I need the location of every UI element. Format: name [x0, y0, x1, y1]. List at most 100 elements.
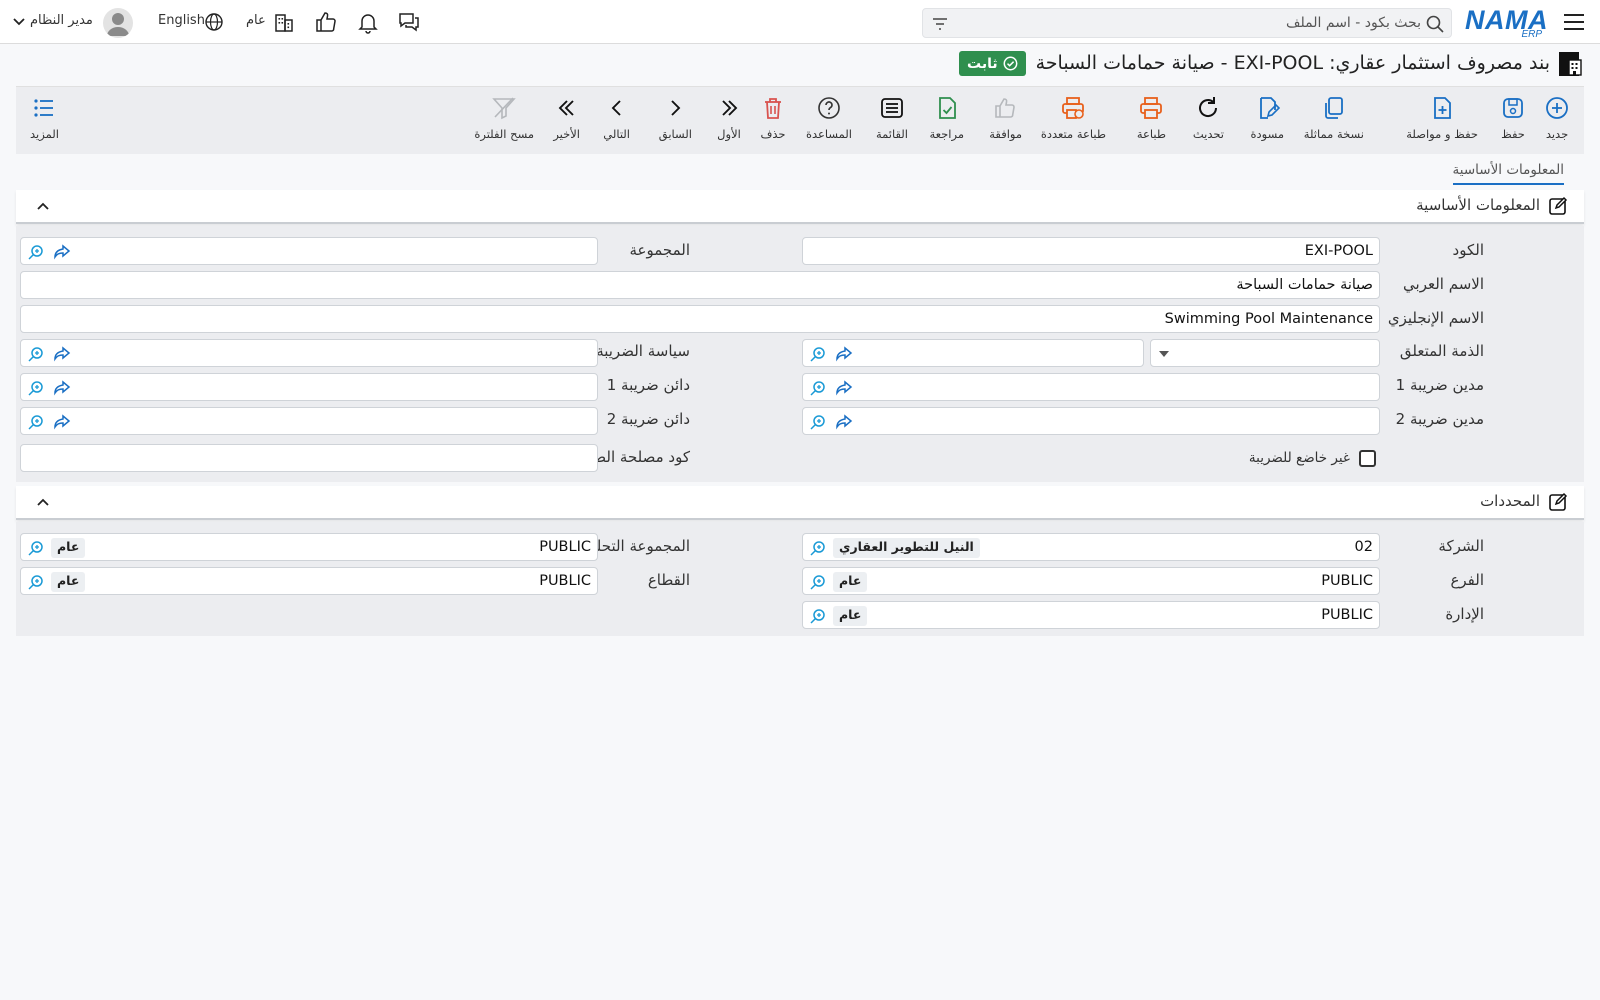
department-code: PUBLIC	[1321, 607, 1373, 623]
multi-printer-icon	[1062, 97, 1085, 119]
language-switch[interactable]: English	[158, 13, 205, 28]
tax-authority-code-field[interactable]	[20, 444, 598, 472]
print-label: طباعة	[1136, 127, 1166, 141]
tax-debit1-field[interactable]	[802, 373, 1380, 401]
company-selector[interactable]: عام	[246, 13, 266, 28]
arabic-name-field[interactable]: صيانة حمامات السباحة	[20, 271, 1380, 299]
save-continue-label: حفظ و مواصلة	[1406, 127, 1478, 141]
share-arrow-icon[interactable]	[53, 380, 71, 396]
analytic-group-name-chip: عام	[51, 538, 86, 558]
share-arrow-icon[interactable]	[835, 346, 853, 362]
search-refresh-icon[interactable]	[809, 573, 827, 591]
search-refresh-icon[interactable]	[27, 539, 45, 557]
search-refresh-icon[interactable]	[809, 607, 827, 625]
multi-print-label: طباعة متعددة	[1040, 127, 1106, 141]
more-button[interactable]: المزيد	[30, 95, 59, 149]
first-record-button[interactable]: الأول	[716, 95, 742, 149]
search-refresh-icon[interactable]	[809, 413, 827, 431]
non-taxable-checkbox[interactable]	[1359, 450, 1376, 467]
file-check-icon	[938, 97, 956, 119]
search-refresh-icon[interactable]	[27, 345, 45, 363]
tax-debit2-field[interactable]	[802, 407, 1380, 435]
bell-icon[interactable]	[356, 10, 380, 34]
share-arrow-icon[interactable]	[53, 414, 71, 430]
tax-credit1-label: دائن ضريبة 1	[606, 376, 690, 394]
search-refresh-icon[interactable]	[27, 243, 45, 261]
share-arrow-icon[interactable]	[835, 414, 853, 430]
search-refresh-icon[interactable]	[27, 573, 45, 591]
company-label: الشركة	[1438, 537, 1484, 555]
last-record-button[interactable]: الأخير	[553, 95, 580, 149]
multi-print-button[interactable]: طباعة متعددة	[1041, 95, 1106, 149]
hamburger-menu-icon[interactable]	[1562, 11, 1586, 33]
review-label: مراجعة	[929, 127, 964, 141]
new-label: جديد	[1545, 127, 1569, 141]
refresh-button[interactable]: تحديث	[1193, 95, 1224, 149]
share-arrow-icon[interactable]	[835, 380, 853, 396]
company-building-icon[interactable]	[272, 10, 296, 34]
chevron-up-icon[interactable]	[36, 495, 50, 509]
list-button[interactable]: القائمة	[876, 95, 908, 149]
code-field[interactable]: EXI-POOL	[802, 237, 1380, 265]
related-account-type-dropdown[interactable]	[1150, 339, 1380, 367]
chevron-up-icon[interactable]	[36, 199, 50, 213]
chevron-left-icon	[611, 100, 621, 116]
globe-icon[interactable]	[204, 12, 224, 32]
print-button[interactable]: طباعة	[1137, 95, 1166, 149]
analytic-group-code: PUBLIC	[539, 539, 591, 555]
filter-icon[interactable]	[931, 15, 949, 33]
branch-field[interactable]: PUBLIC عام	[802, 567, 1380, 595]
sector-field[interactable]: PUBLIC عام	[20, 567, 598, 595]
draft-button[interactable]: مسودة	[1250, 95, 1284, 149]
share-arrow-icon[interactable]	[53, 346, 71, 362]
analytic-group-field[interactable]: PUBLIC عام	[20, 533, 598, 561]
search-refresh-icon[interactable]	[809, 379, 827, 397]
edit-icon	[1549, 492, 1568, 511]
search-refresh-icon[interactable]	[809, 345, 827, 363]
search-refresh-icon[interactable]	[27, 413, 45, 431]
search-refresh-icon[interactable]	[27, 379, 45, 397]
next-record-button[interactable]: التالي	[603, 95, 630, 149]
english-name-field[interactable]: Swimming Pool Maintenance	[20, 305, 1380, 333]
printer-icon	[1140, 97, 1163, 119]
chevron-down-icon[interactable]	[12, 15, 26, 29]
dimensions-panel: الشركة 02 النيل للتطوير العقاري المجموعة…	[16, 522, 1584, 636]
tax-credit2-field[interactable]	[20, 407, 598, 435]
previous-record-button[interactable]: السابق	[659, 95, 692, 149]
english-name-label: الاسم الإنجليزي	[1387, 309, 1484, 327]
clear-filter-button[interactable]: مسح الفلترة	[474, 95, 534, 149]
user-name[interactable]: مدير النظام	[30, 13, 93, 28]
tab-basic-info[interactable]: المعلومات الأساسية	[1452, 162, 1564, 185]
non-taxable-label: غير خاضع للضريبة	[1248, 450, 1350, 466]
list-label: القائمة	[875, 127, 908, 141]
app-logo[interactable]: NAMA ERP	[1464, 5, 1550, 40]
search-refresh-icon[interactable]	[809, 539, 827, 557]
avatar[interactable]	[103, 8, 133, 38]
tax-policy-field[interactable]	[20, 339, 598, 367]
copy-icon	[1325, 97, 1343, 119]
review-button[interactable]: مراجعة	[929, 95, 964, 149]
copy-button[interactable]: نسخة مماثلة	[1304, 95, 1364, 149]
related-account-label: الذمة المتعلق	[1399, 342, 1484, 360]
code-label: الكود	[1452, 241, 1484, 259]
related-account-field[interactable]	[802, 339, 1144, 367]
save-button[interactable]: حفظ	[1500, 95, 1526, 149]
tax-policy-label: سياسة الضريبة	[596, 342, 690, 360]
group-label: المجموعة	[629, 241, 690, 259]
new-button[interactable]: جديد	[1544, 95, 1570, 149]
help-button[interactable]: المساعدة	[806, 95, 852, 149]
group-field[interactable]	[20, 237, 598, 265]
company-field[interactable]: 02 النيل للتطوير العقاري	[802, 533, 1380, 561]
search-icon[interactable]	[1425, 14, 1445, 34]
arabic-name-value: صيانة حمامات السباحة	[1236, 277, 1373, 293]
thumbs-up-icon[interactable]	[314, 10, 338, 34]
search-input[interactable]	[981, 11, 1421, 35]
chat-icon[interactable]	[397, 10, 421, 34]
delete-button[interactable]: حذف	[760, 95, 786, 149]
approve-button[interactable]: موافقة	[989, 95, 1022, 149]
share-arrow-icon[interactable]	[53, 244, 71, 260]
save-continue-button[interactable]: حفظ و مواصلة	[1406, 95, 1478, 149]
tax-credit1-field[interactable]	[20, 373, 598, 401]
department-field[interactable]: PUBLIC عام	[802, 601, 1380, 629]
approve-label: موافقة	[989, 127, 1022, 141]
